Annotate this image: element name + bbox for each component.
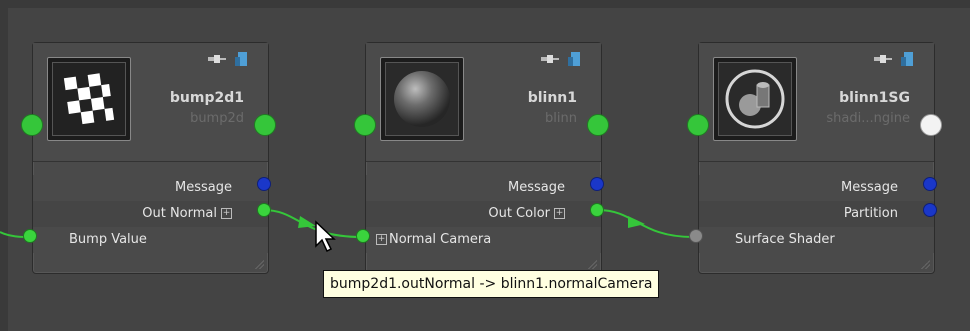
pin-icon[interactable] [208, 54, 226, 64]
port-normal-camera[interactable] [356, 229, 370, 243]
connection-tooltip: bump2d1.outNormal -> blinn1.normalCamera [323, 270, 660, 298]
attr-row-message[interactable]: Message [699, 175, 934, 201]
frame-left [0, 0, 8, 331]
checker-swatch-icon [52, 62, 126, 136]
attr-row-partition[interactable]: Partition [699, 201, 934, 227]
attr-row-out-color[interactable]: Out Color + [366, 201, 601, 227]
attr-label: Surface Shader [735, 232, 835, 247]
port-out-color[interactable] [590, 203, 604, 217]
node-header: blinn1SG shadi...ngine [699, 43, 934, 162]
attr-row-message[interactable]: Message [366, 175, 601, 201]
port-message[interactable] [257, 177, 271, 191]
attr-row-surface-shader[interactable]: Surface Shader [699, 227, 934, 253]
node-swatch [47, 57, 131, 141]
node-input-port[interactable] [354, 114, 376, 136]
node-output-port[interactable] [254, 114, 276, 136]
cursor-arrow-icon [315, 220, 336, 253]
resize-grip-icon[interactable] [920, 259, 930, 269]
attr-row-message[interactable]: Message [33, 175, 268, 201]
attr-label: Bump Value [69, 232, 147, 247]
node-type: shadi...ngine [826, 111, 910, 126]
attribute-list: Message Partition Surface Shader [699, 175, 934, 253]
node-input-port[interactable] [21, 114, 43, 136]
port-out-normal[interactable] [257, 203, 271, 217]
node-title: bump2d1 [169, 90, 244, 106]
node-swatch [380, 57, 464, 141]
node-output-port[interactable] [920, 114, 942, 136]
node-output-port[interactable] [587, 114, 609, 136]
attr-label: Out Color [488, 206, 550, 221]
node-type: blinn [545, 111, 577, 126]
attr-label-wrap: Out Color + [488, 201, 565, 227]
attribute-list: Message Out Color + + Normal Camera [366, 175, 601, 253]
cube-icon[interactable] [234, 51, 248, 67]
attr-row-bump-value[interactable]: Bump Value [33, 227, 268, 253]
node-type: bump2d [190, 111, 244, 126]
node-title: blinn1 [527, 90, 577, 106]
node-blinn1[interactable]: blinn1 blinn Message Out Color + + Normal … [365, 42, 602, 274]
node-input-port[interactable] [687, 114, 709, 136]
node-swatch [713, 57, 797, 141]
attr-label: Partition [843, 206, 898, 221]
attribute-list: Message Out Normal + Bump Value [33, 175, 268, 253]
attr-label: Normal Camera [389, 232, 492, 247]
port-surface-shader[interactable] [689, 229, 703, 243]
attr-label: Message [841, 180, 898, 195]
cube-icon[interactable] [900, 51, 914, 67]
port-message[interactable] [923, 177, 937, 191]
node-header: blinn1 blinn [366, 43, 601, 162]
attr-label-wrap: Out Normal + [142, 201, 232, 227]
attr-row-normal-camera[interactable]: + Normal Camera [366, 227, 601, 253]
frame-top [0, 0, 970, 8]
resize-grip-icon[interactable] [254, 259, 264, 269]
resize-grip-icon[interactable] [587, 259, 597, 269]
pin-icon[interactable] [874, 54, 892, 64]
node-blinn1sg[interactable]: blinn1SG shadi...ngine Message Partition… [698, 42, 935, 274]
attr-label: Message [175, 180, 232, 195]
attr-label: Message [508, 180, 565, 195]
port-message[interactable] [590, 177, 604, 191]
node-header: bump2d1 bump2d [33, 43, 268, 162]
attr-row-out-normal[interactable]: Out Normal + [33, 201, 268, 227]
pin-icon[interactable] [541, 54, 559, 64]
expand-icon[interactable]: + [376, 234, 387, 245]
node-title: blinn1SG [839, 90, 910, 106]
attr-label: Out Normal [142, 206, 217, 221]
expand-icon[interactable]: + [221, 208, 232, 219]
port-partition[interactable] [923, 203, 937, 217]
expand-icon[interactable]: + [554, 208, 565, 219]
sphere-swatch-icon [385, 62, 459, 136]
attr-label-wrap: + Normal Camera [376, 227, 491, 253]
cube-icon[interactable] [567, 51, 581, 67]
node-bump2d1[interactable]: bump2d1 bump2d Message Out Normal + Bump … [32, 42, 269, 274]
shading-group-swatch-icon [718, 62, 792, 136]
port-bump-value[interactable] [23, 229, 37, 243]
